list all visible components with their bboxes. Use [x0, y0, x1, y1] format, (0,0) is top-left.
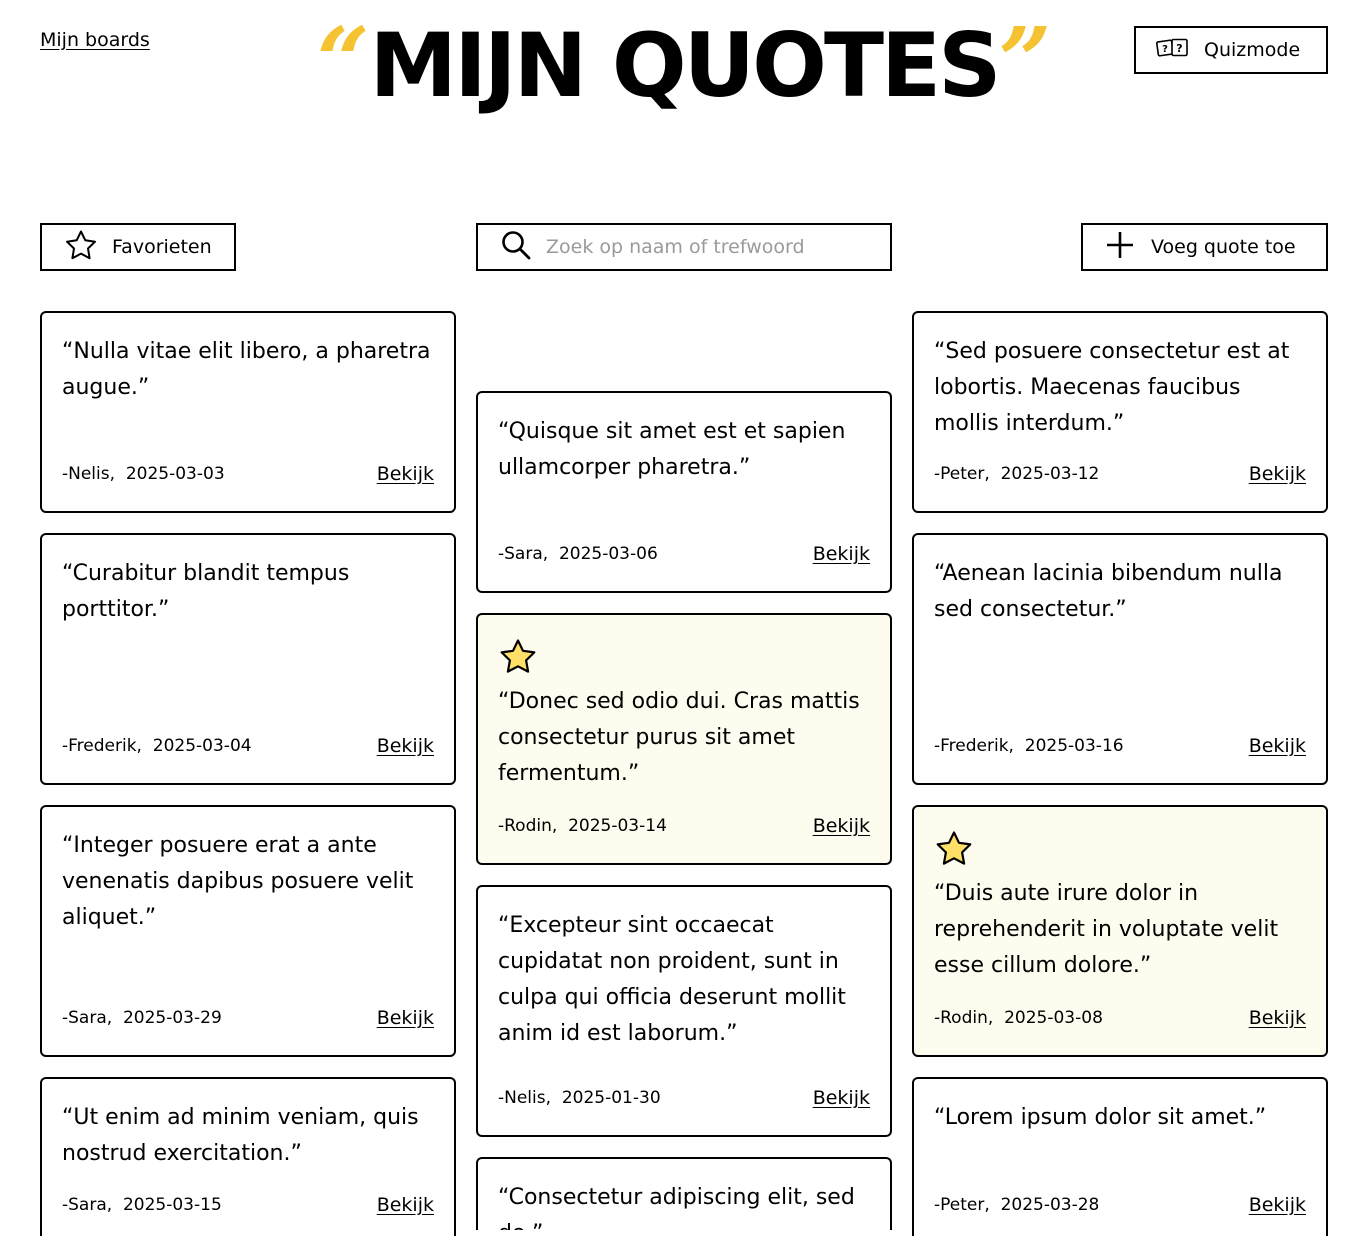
svg-text:?: ?: [1162, 44, 1168, 55]
search-bar: [476, 223, 892, 271]
cards-question-icon: ? ?: [1155, 37, 1190, 64]
quote-date: 2025-01-30: [561, 1088, 661, 1108]
quote-author: -Peter,: [934, 1195, 990, 1215]
view-quote-link[interactable]: Bekijk: [377, 1007, 434, 1029]
favorites-label: Favorieten: [112, 236, 212, 258]
quote-card: “Excepteur sint occaecat cupidatat non p…: [476, 885, 892, 1137]
quote-text: “Donec sed odio dui. Cras mattis consect…: [498, 689, 860, 786]
add-quote-button[interactable]: Voeg quote toe: [1081, 223, 1328, 271]
quote-date: 2025-03-03: [125, 464, 225, 484]
quote-author-date: -Sara, 2025-03-06: [498, 544, 658, 564]
view-quote-link[interactable]: Bekijk: [813, 1087, 870, 1109]
quizmode-button[interactable]: ? ? Quizmode: [1134, 26, 1328, 74]
quote-card: “Sed posuere consectetur est at lobortis…: [912, 311, 1328, 513]
quote-author-date: -Sara, 2025-03-15: [62, 1195, 222, 1215]
quote-author: -Sara,: [62, 1008, 113, 1028]
quote-author-date: -Frederik, 2025-03-16: [934, 736, 1124, 756]
quote-author: -Peter,: [934, 464, 990, 484]
view-quote-link[interactable]: Bekijk: [377, 463, 434, 485]
quote-author: -Sara,: [62, 1195, 113, 1215]
quote-author-date: -Peter, 2025-03-28: [934, 1195, 1099, 1215]
search-input[interactable]: [546, 236, 876, 258]
quote-author-date: -Rodin, 2025-03-08: [934, 1008, 1103, 1028]
star-outline-icon: [64, 229, 98, 266]
quote-author-date: -Nelis, 2025-03-03: [62, 464, 225, 484]
quote-card: “Consectetur adipiscing elit, sed do.”: [476, 1157, 892, 1230]
quote-text: “Quisque sit amet est et sapien ullamcor…: [498, 419, 846, 480]
page-title-text: MIJN QUOTES: [369, 14, 1002, 117]
quote-text: “Nulla vitae elit libero, a pharetra aug…: [62, 339, 431, 400]
quote-card-favorite: “Duis aute irure dolor in reprehenderit …: [912, 805, 1328, 1057]
quote-date: 2025-03-06: [558, 544, 658, 564]
quote-card-favorite: “Donec sed odio dui. Cras mattis consect…: [476, 613, 892, 865]
view-quote-link[interactable]: Bekijk: [1249, 735, 1306, 757]
open-quote-mark: “: [316, 7, 370, 115]
quote-author-date: -Peter, 2025-03-12: [934, 464, 1099, 484]
quote-author: -Nelis,: [62, 464, 116, 484]
quote-text: “Integer posuere erat a ante venenatis d…: [62, 833, 414, 930]
plus-icon: [1105, 230, 1135, 265]
quote-date: 2025-03-28: [1000, 1195, 1100, 1215]
quote-date: 2025-03-15: [122, 1195, 222, 1215]
favorites-button[interactable]: Favorieten: [40, 223, 236, 271]
svg-text:?: ?: [1176, 42, 1182, 55]
quote-card: “Integer posuere erat a ante venenatis d…: [40, 805, 456, 1057]
quote-author: -Frederik,: [934, 736, 1014, 756]
quote-author-date: -Rodin, 2025-03-14: [498, 816, 667, 836]
quote-date: 2025-03-12: [1000, 464, 1100, 484]
quote-card: “Ut enim ad minim veniam, quis nostrud e…: [40, 1077, 456, 1236]
view-quote-link[interactable]: Bekijk: [813, 543, 870, 565]
search-icon: [500, 229, 532, 265]
quote-author-date: -Frederik, 2025-03-04: [62, 736, 252, 756]
view-quote-link[interactable]: Bekijk: [1249, 463, 1306, 485]
quizmode-label: Quizmode: [1204, 39, 1301, 61]
add-quote-label: Voeg quote toe: [1151, 236, 1296, 258]
quote-author: -Sara,: [498, 544, 549, 564]
quote-text: “Excepteur sint occaecat cupidatat non p…: [498, 913, 846, 1046]
quote-text: “Consectetur adipiscing elit, sed do.”: [498, 1185, 855, 1230]
quote-text: “Duis aute irure dolor in reprehenderit …: [934, 881, 1279, 978]
quote-author: -Rodin,: [934, 1008, 994, 1028]
quote-date: 2025-03-14: [568, 816, 667, 836]
quote-card: “Aenean lacinia bibendum nulla sed conse…: [912, 533, 1328, 785]
quote-author-date: -Nelis, 2025-01-30: [498, 1088, 661, 1108]
view-quote-link[interactable]: Bekijk: [1249, 1194, 1306, 1216]
quote-card: “Curabitur blandit tempus porttitor.” -F…: [40, 533, 456, 785]
quote-text: “Sed posuere consectetur est at lobortis…: [934, 339, 1290, 436]
quote-text: “Aenean lacinia bibendum nulla sed conse…: [934, 561, 1283, 622]
quote-author-date: -Sara, 2025-03-29: [62, 1008, 222, 1028]
quote-text: “Curabitur blandit tempus porttitor.”: [62, 561, 350, 622]
quote-card: “Nulla vitae elit libero, a pharetra aug…: [40, 311, 456, 513]
view-quote-link[interactable]: Bekijk: [377, 1194, 434, 1216]
quote-author: -Rodin,: [498, 816, 558, 836]
quote-date: 2025-03-29: [122, 1008, 222, 1028]
quote-author: -Nelis,: [498, 1088, 552, 1108]
favorite-star-icon[interactable]: [934, 829, 974, 869]
quote-text: “Lorem ipsum dolor sit amet.”: [934, 1105, 1267, 1130]
view-quote-link[interactable]: Bekijk: [377, 735, 434, 757]
view-quote-link[interactable]: Bekijk: [1249, 1007, 1306, 1029]
quote-date: 2025-03-04: [152, 736, 252, 756]
view-quote-link[interactable]: Bekijk: [813, 815, 870, 837]
quote-card: “Lorem ipsum dolor sit amet.” -Peter, 20…: [912, 1077, 1328, 1236]
quote-date: 2025-03-16: [1024, 736, 1124, 756]
quote-card: “Quisque sit amet est et sapien ullamcor…: [476, 391, 892, 593]
close-quote-mark: ”: [998, 7, 1052, 115]
quote-author: -Frederik,: [62, 736, 142, 756]
favorite-star-icon[interactable]: [498, 637, 538, 677]
quote-date: 2025-03-08: [1004, 1008, 1103, 1028]
quote-text: “Ut enim ad minim veniam, quis nostrud e…: [62, 1105, 419, 1166]
